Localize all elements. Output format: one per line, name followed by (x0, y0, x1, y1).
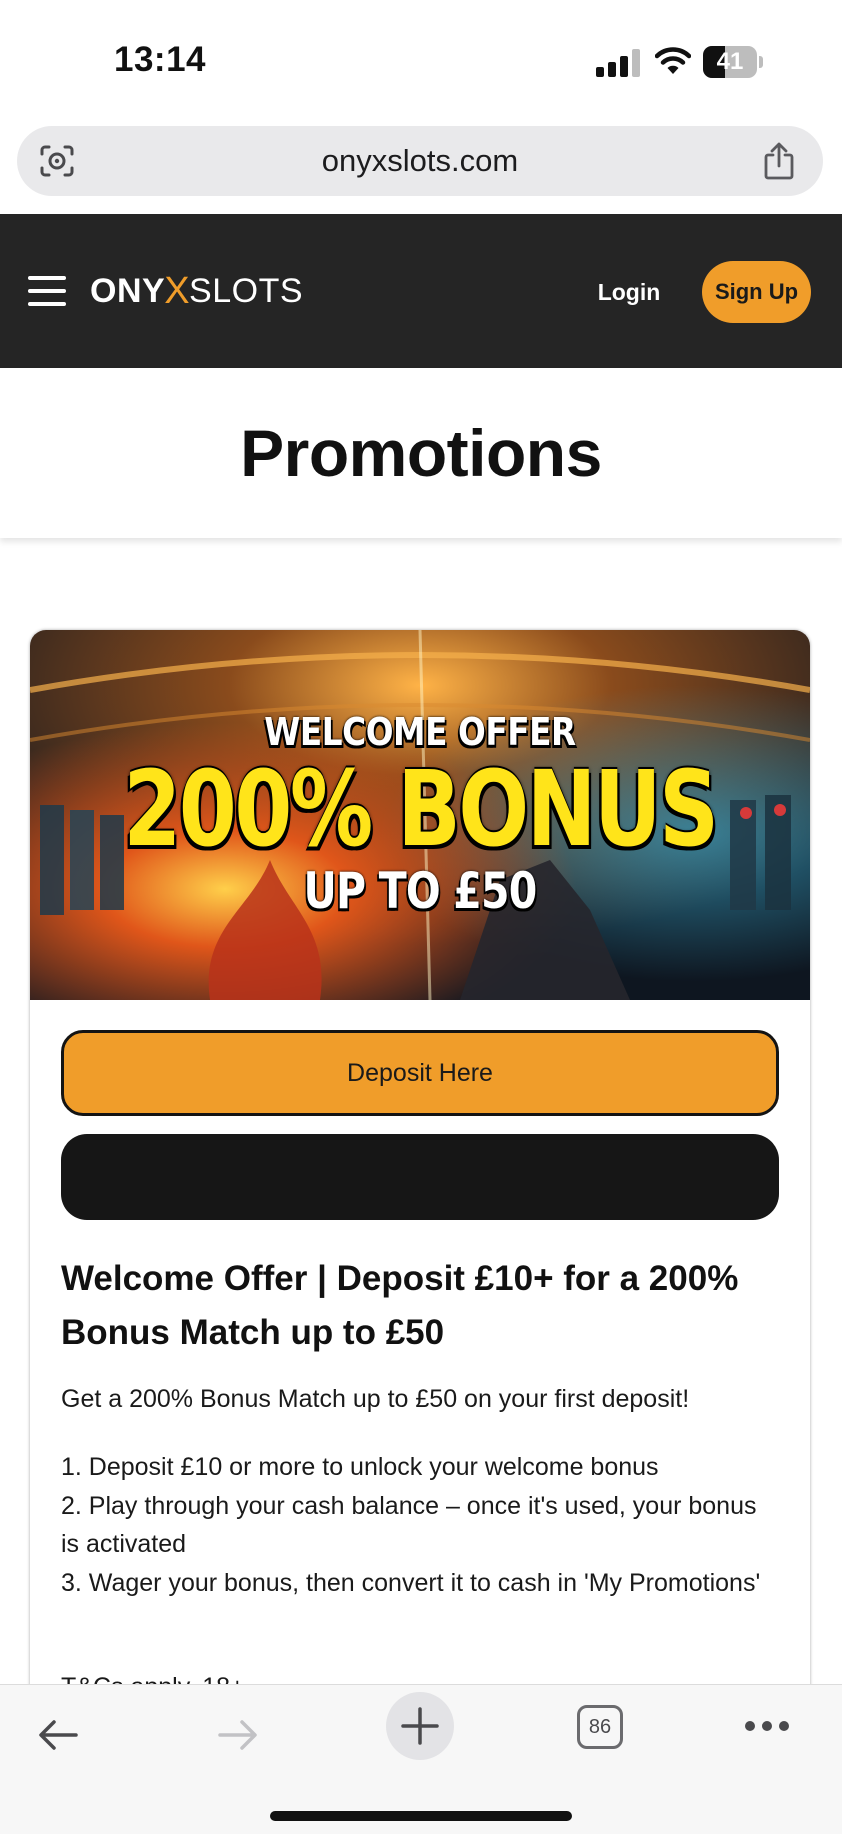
offer-steps: 1. Deposit £10 or more to unlock your we… (61, 1448, 779, 1602)
offer-step: 3. Wager your bonus, then convert it to … (61, 1568, 761, 1597)
sign-up-button[interactable]: Sign Up (702, 261, 811, 323)
offer-intro: Get a 200% Bonus Match up to £50 on your… (61, 1385, 690, 1413)
promo-card: WELCOME OFFER 200% BONUS UP TO £50 Depos… (30, 630, 810, 1730)
login-link[interactable]: Login (590, 274, 668, 310)
offer-heading: Welcome Offer | Deposit £10+ for a 200% … (61, 1259, 739, 1352)
secondary-button[interactable] (61, 1134, 779, 1220)
banner-line-3: UP TO £50 (303, 862, 538, 920)
tabs-icon[interactable]: 86 (577, 1705, 623, 1749)
back-arrow-icon[interactable] (36, 1715, 80, 1755)
cellular-signal-icon (596, 49, 640, 77)
wifi-icon (654, 46, 692, 76)
page-title-band: Promotions (0, 368, 842, 538)
page-title: Promotions (240, 416, 602, 490)
promo-banner[interactable]: WELCOME OFFER 200% BONUS UP TO £50 (30, 630, 810, 1000)
deposit-here-button[interactable]: Deposit Here (61, 1030, 779, 1116)
banner-line-2: 200% BONUS (123, 748, 719, 870)
offer-step: 2. Play through your cash balance – once… (61, 1491, 757, 1559)
share-icon[interactable] (763, 141, 795, 181)
site-logo[interactable]: ONY X SLOTS (90, 269, 303, 313)
battery-level: 41 (716, 48, 744, 75)
status-bar: 13:14 41 (0, 0, 842, 118)
browser-toolbar: 86 (0, 1684, 842, 1834)
more-icon[interactable] (744, 1719, 790, 1733)
battery-icon: 41 (703, 46, 763, 78)
url-bar[interactable]: onyxslots.com (17, 126, 823, 196)
logo-text-x: X (164, 269, 191, 312)
hamburger-menu-icon[interactable] (28, 276, 66, 306)
forward-arrow-icon[interactable] (216, 1715, 260, 1755)
status-time: 13:14 (114, 40, 207, 79)
logo-text-a: ONY (90, 271, 166, 310)
plus-icon[interactable] (386, 1692, 454, 1760)
url-text[interactable]: onyxslots.com (17, 126, 823, 196)
home-indicator (270, 1811, 572, 1821)
offer-step: 1. Deposit £10 or more to unlock your we… (61, 1453, 659, 1481)
site-header: ONY X SLOTS Login Sign Up (0, 214, 842, 368)
logo-text-b: SLOTS (189, 271, 304, 310)
